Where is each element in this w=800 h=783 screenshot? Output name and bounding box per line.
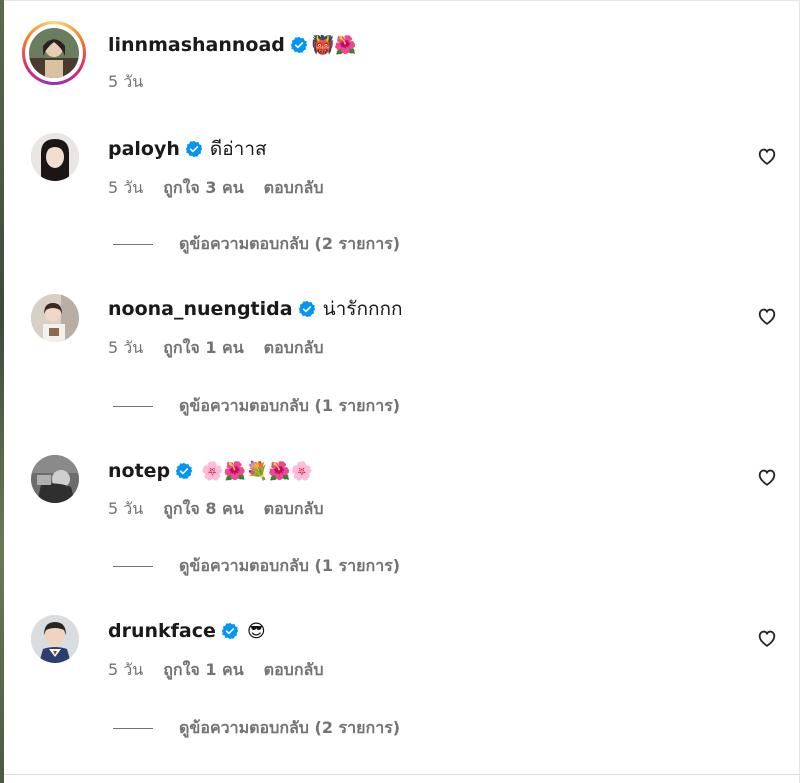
heart-outline-icon[interactable]	[756, 627, 778, 649]
view-replies-button[interactable]: ดูข้อความตอบกลับ (2 รายการ)	[113, 717, 400, 739]
replies-divider	[113, 565, 153, 567]
comment-likes[interactable]: ถูกใจ 3 คน	[163, 176, 243, 201]
comment-username[interactable]: noona_nuengtida	[108, 298, 293, 320]
comment-text: 😎	[246, 620, 266, 642]
comment-time[interactable]: 5 วัน	[108, 336, 143, 361]
avatar[interactable]	[31, 294, 79, 342]
replies-divider	[113, 727, 153, 729]
view-replies-label: ดูข้อความตอบกลับ (2 รายการ)	[179, 717, 401, 737]
story-ring[interactable]	[22, 21, 86, 85]
comment-time[interactable]: 5 วัน	[108, 658, 143, 683]
heart-outline-icon[interactable]	[756, 305, 778, 327]
post-author-username[interactable]: linnmashannoad	[108, 34, 285, 56]
comment-username[interactable]: notep	[108, 460, 170, 482]
comment-text: น่ารักกกก	[322, 298, 403, 320]
comment-likes[interactable]: ถูกใจ 1 คน	[163, 336, 243, 361]
reply-button[interactable]: ตอบกลับ	[264, 336, 324, 361]
view-replies-button[interactable]: ดูข้อความตอบกลับ (1 รายการ)	[113, 555, 400, 577]
avatar[interactable]	[31, 133, 79, 181]
comment-text: ดีอ่าาส	[209, 138, 267, 160]
reply-button[interactable]: ตอบกลับ	[264, 176, 324, 201]
left-edge-background	[0, 0, 4, 783]
comment-time[interactable]: 5 วัน	[108, 497, 143, 522]
reply-button[interactable]: ตอบกลับ	[264, 658, 324, 683]
bottom-divider	[4, 774, 800, 775]
avatar[interactable]	[31, 455, 79, 503]
avatar[interactable]	[31, 615, 79, 663]
heart-outline-icon[interactable]	[756, 466, 778, 488]
comment-username[interactable]: drunkface	[108, 620, 216, 642]
verified-badge-icon	[290, 36, 308, 54]
verified-badge-icon	[175, 462, 193, 480]
post-time[interactable]: 5 วัน	[108, 70, 143, 95]
heart-outline-icon[interactable]	[756, 145, 778, 167]
comment-username[interactable]: paloyh	[108, 138, 180, 160]
view-replies-button[interactable]: ดูข้อความตอบกลับ (2 รายการ)	[113, 233, 400, 255]
comment-text: 🌸🌺💐🌺🌸	[201, 460, 314, 482]
comment-time[interactable]: 5 วัน	[108, 176, 143, 201]
post-caption-text: 👹🌺	[311, 34, 357, 56]
verified-badge-icon	[221, 622, 239, 640]
view-replies-label: ดูข้อความตอบกลับ (1 รายการ)	[179, 395, 401, 415]
view-replies-button[interactable]: ดูข้อความตอบกลับ (1 รายการ)	[113, 395, 400, 417]
top-divider	[4, 0, 800, 1]
view-replies-label: ดูข้อความตอบกลับ (2 รายการ)	[179, 233, 401, 253]
view-replies-label: ดูข้อความตอบกลับ (1 รายการ)	[179, 555, 401, 575]
comment-likes[interactable]: ถูกใจ 1 คน	[163, 658, 243, 683]
verified-badge-icon	[185, 140, 203, 158]
reply-button[interactable]: ตอบกลับ	[264, 497, 324, 522]
replies-divider	[113, 243, 153, 245]
comment-likes[interactable]: ถูกใจ 8 คน	[163, 497, 243, 522]
replies-divider	[113, 405, 153, 407]
avatar	[29, 28, 79, 78]
verified-badge-icon	[298, 300, 316, 318]
